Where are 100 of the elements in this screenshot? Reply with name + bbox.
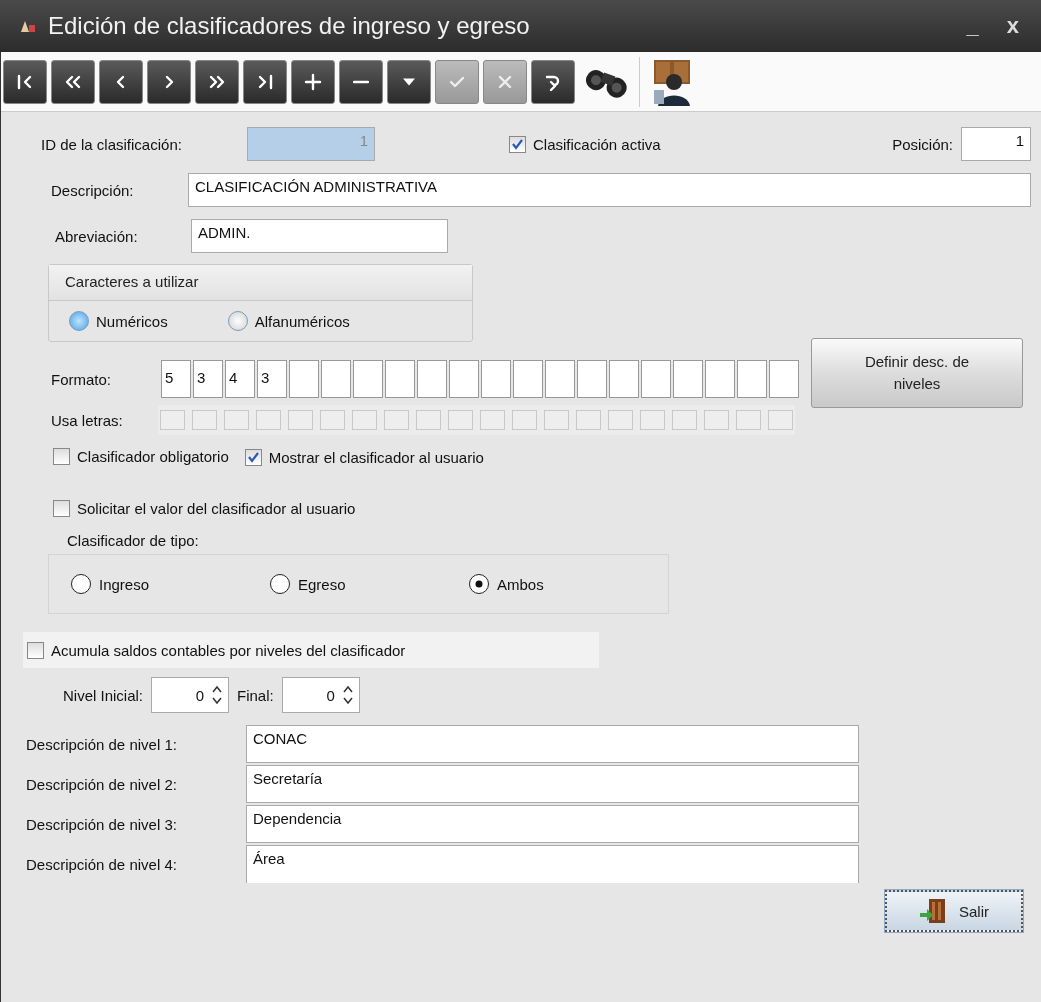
exit-button[interactable]: Salir [885, 890, 1023, 932]
checkbox[interactable] [608, 410, 633, 430]
toolbar-button[interactable] [195, 59, 239, 104]
format-cell[interactable]: 4 [225, 360, 255, 398]
checkbox[interactable] [192, 410, 217, 430]
format-cell[interactable] [289, 360, 319, 398]
level-description-field[interactable]: Dependencia [246, 805, 859, 843]
abbreviation-field[interactable]: ADMIN. [191, 219, 448, 253]
field-label: Usa letras: [51, 411, 124, 429]
radio-label: Egreso [298, 575, 346, 593]
format-cell[interactable]: 3 [257, 360, 287, 398]
checkbox[interactable] [224, 410, 249, 430]
checkbox[interactable] [512, 410, 537, 430]
group-title: Caracteres a utilizar [49, 265, 472, 301]
spin-arrows-icon [342, 684, 353, 706]
level-description-field[interactable]: Secretaría [246, 765, 859, 803]
app-icon [20, 19, 36, 33]
format-cell[interactable] [417, 360, 447, 398]
minus-icon [353, 79, 369, 84]
checkbox[interactable] [704, 410, 729, 430]
format-cell[interactable]: 3 [193, 360, 223, 398]
window-title: Edición de clasificadores de ingreso y egreso [48, 12, 531, 40]
field-label: Formato: [51, 370, 112, 388]
checkbox[interactable] [416, 410, 441, 430]
field-label: Descripción de nivel 3: [26, 815, 178, 833]
radio-button[interactable] [227, 311, 248, 331]
checkbox[interactable] [544, 410, 569, 430]
checkbox[interactable] [509, 135, 526, 153]
spin-arrows-icon [212, 684, 223, 706]
checkbox[interactable] [736, 410, 761, 430]
checkbox-label: Acumula saldos contables por niveles del clasificador [51, 641, 406, 659]
toolbar-button[interactable] [51, 59, 95, 104]
radio-label: Alfanuméricos [254, 312, 350, 330]
radio-label: Numéricos [96, 312, 168, 330]
checkbox[interactable] [352, 410, 377, 430]
format-cell[interactable] [577, 360, 607, 398]
checkbox[interactable] [288, 410, 313, 430]
level-description-field[interactable]: Área [246, 845, 859, 883]
checkbox[interactable] [448, 410, 473, 430]
checkbox[interactable] [672, 410, 697, 430]
checkbox[interactable] [53, 499, 70, 517]
checkbox[interactable] [384, 410, 409, 430]
radio-dot-icon [475, 580, 483, 588]
format-cell[interactable] [321, 360, 351, 398]
format-cell[interactable]: 5 [161, 360, 191, 398]
description-field[interactable]: CLASIFICACIÓN ADMINISTRATIVA [188, 173, 1031, 207]
checkbox[interactable] [576, 410, 601, 430]
final-level-spinner[interactable]: 0 [281, 677, 360, 713]
format-cell[interactable] [385, 360, 415, 398]
group-title: Clasificador de tipo: [67, 531, 199, 549]
field-label: Descripción de nivel 4: [26, 855, 178, 873]
minimize-button[interactable]: _ [958, 13, 987, 39]
format-cell[interactable] [513, 360, 543, 398]
toolbar-button[interactable] [3, 59, 47, 104]
checkbox[interactable] [768, 410, 793, 430]
checkbox-label: Mostrar el clasificador al usuario [268, 449, 484, 466]
format-cell[interactable] [481, 360, 511, 398]
position-field[interactable]: 1 [961, 127, 1031, 161]
checkbox[interactable] [160, 410, 185, 430]
checkbox-label: Clasificación activa [533, 135, 661, 153]
checkbox[interactable] [256, 410, 281, 430]
format-cell[interactable] [641, 360, 671, 398]
toolbar-button[interactable] [387, 59, 431, 104]
checkbox[interactable] [320, 410, 345, 430]
toolbar-button[interactable] [147, 59, 191, 104]
define-levels-button[interactable]: Definir desc. de niveles [811, 338, 1023, 408]
checkbox[interactable] [27, 641, 44, 659]
checkbox[interactable] [640, 410, 665, 430]
format-cell[interactable] [545, 360, 575, 398]
toolbar-button[interactable] [99, 59, 143, 104]
checkbox-label: Solicitar el valor del clasificador al usuario [77, 499, 356, 517]
field-label: Descripción de nivel 2: [26, 775, 178, 793]
checkbox[interactable] [480, 410, 505, 430]
radio-button[interactable] [270, 574, 290, 594]
initial-level-spinner[interactable]: 0 [151, 677, 230, 713]
checkbox[interactable] [244, 449, 262, 466]
radio-button[interactable] [71, 574, 91, 594]
field-label: ID de la clasificación: [41, 135, 183, 153]
field-label: Abreviación: [55, 227, 139, 245]
field-label: Descripción de nivel 1: [26, 735, 178, 753]
radio-button[interactable] [469, 574, 489, 594]
format-cell[interactable] [673, 360, 703, 398]
toolbar-button[interactable] [531, 59, 575, 104]
radio-button[interactable] [69, 311, 89, 331]
format-cell[interactable] [609, 360, 639, 398]
field-label: Final: [237, 686, 274, 704]
format-cell[interactable] [769, 360, 799, 398]
level-description-field[interactable]: CONAC [246, 725, 859, 763]
format-cell[interactable] [737, 360, 767, 398]
checkbox-label: Clasificador obligatorio [77, 448, 229, 465]
toolbar-button[interactable] [291, 59, 335, 104]
format-cell[interactable] [705, 360, 735, 398]
field-label: Descripción: [51, 181, 135, 199]
radio-label: Ingreso [99, 575, 150, 593]
close-button[interactable]: x [998, 13, 1027, 39]
toolbar-button[interactable] [243, 59, 287, 104]
format-cell[interactable] [353, 360, 383, 398]
toolbar-button[interactable] [339, 59, 383, 104]
checkbox[interactable] [53, 448, 70, 465]
format-cell[interactable] [449, 360, 479, 398]
